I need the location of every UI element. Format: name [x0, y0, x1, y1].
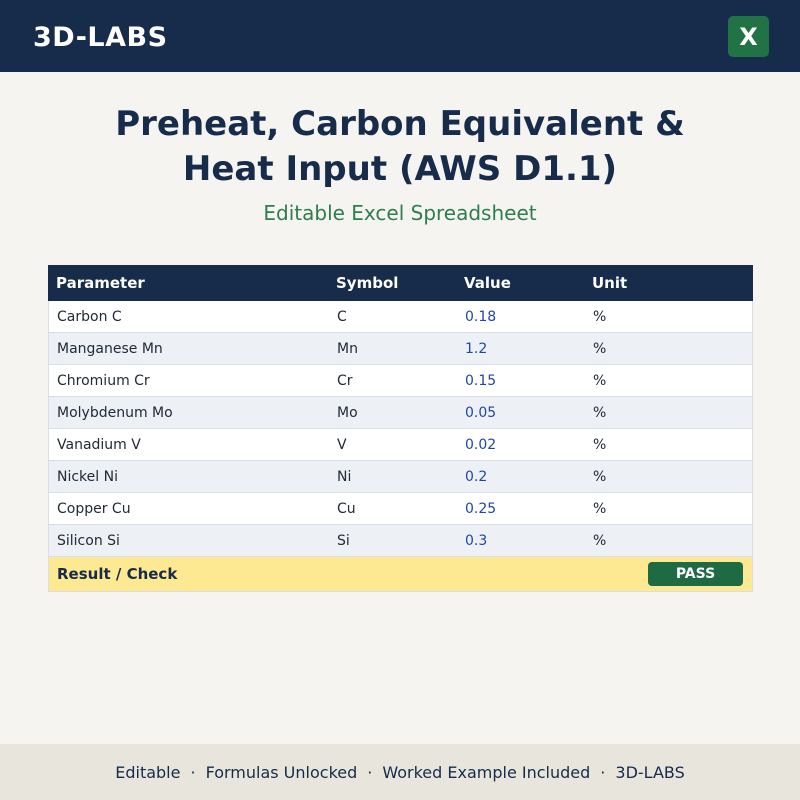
cell-value[interactable]: 0.2: [465, 469, 593, 485]
cell-unit: %: [593, 500, 607, 517]
table-row: Carbon C C 0.18 %: [49, 301, 752, 333]
title-line-1: Preheat, Carbon Equivalent &: [115, 104, 685, 144]
result-label: Result / Check: [57, 565, 178, 583]
cell-value[interactable]: 0.15: [465, 373, 593, 389]
cell-symbol: Mn: [337, 340, 358, 357]
cell-symbol: Cr: [337, 372, 353, 389]
cell-symbol: Cu: [337, 500, 356, 517]
page-subtitle: Editable Excel Spreadsheet: [263, 201, 537, 225]
cell-symbol: Ni: [337, 468, 352, 485]
cell-unit: %: [593, 340, 607, 357]
footer-separator: ·: [190, 762, 196, 782]
result-row: Result / Check PASS: [49, 557, 752, 592]
excel-icon: X: [728, 16, 769, 57]
table-header: Parameter Symbol Value Unit: [48, 265, 753, 301]
table-row: Vanadium V V 0.02 %: [49, 429, 752, 461]
header-parameter: Parameter: [56, 274, 145, 292]
table-body: Carbon C C 0.18 % Manganese Mn Mn 1.2 % …: [49, 301, 752, 592]
cell-parameter: Copper Cu: [57, 500, 131, 517]
cell-unit: %: [593, 468, 607, 485]
cell-parameter: Silicon Si: [57, 532, 120, 549]
brand-logo: 3D-LABS: [33, 22, 168, 53]
footer-item-editable: Editable: [115, 762, 181, 782]
table-row: Chromium Cr Cr 0.15 %: [49, 365, 752, 397]
parameter-table: Parameter Symbol Value Unit Carbon C C 0…: [48, 265, 753, 592]
footer-item-formulas: Formulas Unlocked: [205, 762, 358, 782]
header-unit: Unit: [592, 274, 628, 292]
table-row: Nickel Ni Ni 0.2 %: [49, 461, 752, 493]
footer-bar: Editable · Formulas Unlocked · Worked Ex…: [0, 744, 800, 800]
cell-value[interactable]: 0.18: [465, 309, 593, 325]
page-title: Preheat, Carbon Equivalent & Heat Input …: [0, 102, 800, 192]
footer-item-brand: 3D-LABS: [615, 762, 685, 782]
cell-unit: %: [593, 404, 607, 421]
cell-value[interactable]: 0.25: [465, 501, 593, 517]
cell-symbol: C: [337, 308, 347, 325]
cell-parameter: Manganese Mn: [57, 340, 163, 357]
cell-parameter: Carbon C: [57, 308, 122, 325]
table-row: Copper Cu Cu 0.25 %: [49, 493, 752, 525]
cell-unit: %: [593, 372, 607, 389]
cell-symbol: V: [337, 436, 347, 453]
header-symbol: Symbol: [336, 274, 399, 292]
cell-symbol: Mo: [337, 404, 358, 421]
cell-unit: %: [593, 308, 607, 325]
title-line-2: Heat Input (AWS D1.1): [182, 149, 618, 189]
cell-symbol: Si: [337, 532, 350, 549]
cell-unit: %: [593, 436, 607, 453]
cell-value[interactable]: 1.2: [465, 341, 593, 357]
cell-parameter: Molybdenum Mo: [57, 404, 173, 421]
cell-value[interactable]: 0.05: [465, 405, 593, 421]
table-row: Molybdenum Mo Mo 0.05 %: [49, 397, 752, 429]
footer-separator: ·: [600, 762, 606, 782]
cell-unit: %: [593, 532, 607, 549]
footer-separator: ·: [367, 762, 373, 782]
cell-parameter: Nickel Ni: [57, 468, 118, 485]
page: 3D-LABS X Preheat, Carbon Equivalent & H…: [0, 0, 800, 800]
table-row: Silicon Si Si 0.3 %: [49, 525, 752, 557]
cell-value[interactable]: 0.02: [465, 437, 593, 453]
header-bar: 3D-LABS X: [0, 0, 800, 72]
cell-parameter: Vanadium V: [57, 436, 141, 453]
table-row: Manganese Mn Mn 1.2 %: [49, 333, 752, 365]
cell-value[interactable]: 0.3: [465, 533, 593, 549]
cell-parameter: Chromium Cr: [57, 372, 150, 389]
pass-status-badge: PASS: [648, 562, 743, 586]
header-value: Value: [464, 274, 511, 292]
footer-item-worked-example: Worked Example Included: [382, 762, 591, 782]
